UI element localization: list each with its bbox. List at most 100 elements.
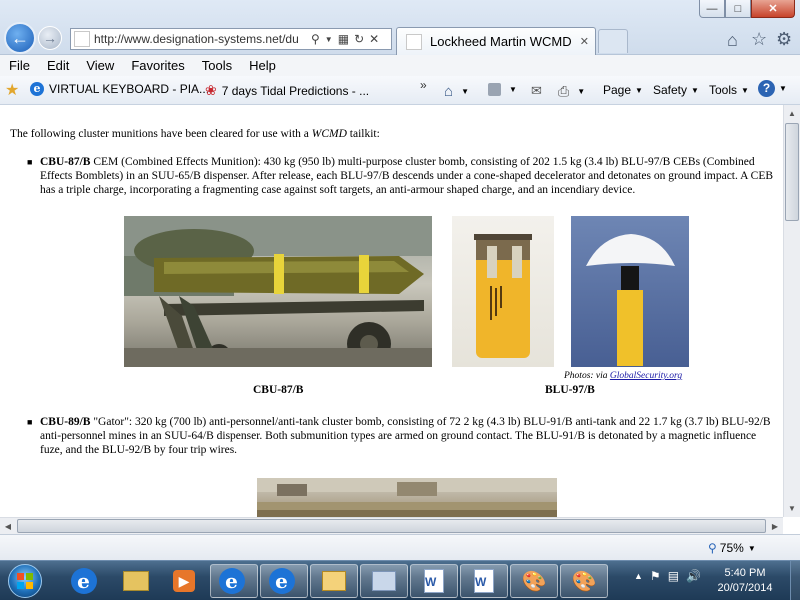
menu-view[interactable]: View	[77, 58, 122, 73]
cbu-87-photo	[124, 216, 432, 367]
tab-active[interactable]: Lockheed Martin WCMD ✕	[396, 27, 596, 55]
taskbar: e ▶ e e W W 🎨 🎨 ▲ ⚑ ▤ 🔊 5:40 PM 20/07/20…	[0, 560, 800, 600]
scroll-right-arrow-icon[interactable]: ▶	[767, 518, 783, 535]
vertical-scrollbar[interactable]: ▲ ▼	[783, 105, 800, 517]
taskbar-ie-window-2-icon[interactable]: e	[260, 564, 308, 598]
taskbar-network-icon[interactable]	[360, 564, 408, 598]
url-field[interactable]: http://www.designation-systems.net/du	[94, 32, 306, 46]
network-icon[interactable]: ▤	[668, 569, 679, 583]
tab-title: Lockheed Martin WCMD	[430, 34, 572, 49]
menu-favorites[interactable]: Favorites	[122, 58, 192, 73]
minimize-button[interactable]: —	[699, 0, 725, 18]
item-title: CBU-87/B	[40, 156, 91, 168]
scroll-left-arrow-icon[interactable]: ◀	[0, 518, 16, 535]
tools-menu-label: Tools	[709, 83, 738, 97]
arrow-right-icon: →	[43, 30, 57, 46]
gear-icon[interactable]: ⚙	[776, 29, 792, 50]
horizontal-scroll-thumb[interactable]	[17, 519, 766, 533]
blu-97-deployed-photo	[571, 216, 689, 367]
add-favorite-star-icon[interactable]: ★	[5, 80, 19, 100]
taskbar-ie-window-icon[interactable]: e	[210, 564, 258, 598]
favorite-link-virtual-keyboard[interactable]: e VIRTUAL KEYBOARD - PIA...	[30, 82, 209, 96]
taskbar-media-player-icon[interactable]: ▶	[160, 564, 208, 598]
feeds-icon[interactable]: ▼	[488, 83, 517, 96]
safety-menu-button[interactable]: Safety ▼	[653, 83, 699, 97]
taskbar-paint-icon[interactable]: 🎨	[510, 564, 558, 598]
close-button[interactable]: ✕	[751, 0, 795, 18]
horizontal-scrollbar[interactable]: ◀ ▶	[0, 517, 783, 534]
new-tab-button[interactable]	[598, 29, 628, 53]
taskbar-ie-icon[interactable]: e	[62, 564, 110, 598]
maple-leaf-icon: ❀	[205, 82, 217, 98]
tools-menu-button[interactable]: Tools ▼	[709, 83, 749, 97]
action-center-flag-icon[interactable]: ⚑	[650, 569, 661, 583]
page-menu-label: Page	[603, 83, 632, 97]
magnifier-icon: ⚲	[708, 541, 717, 555]
menu-file[interactable]: File	[0, 58, 38, 73]
windows-logo-icon	[17, 573, 33, 589]
vertical-scroll-thumb[interactable]	[785, 123, 799, 221]
favorites-bar: ★ e VIRTUAL KEYBOARD - PIA... ❀ 7 days T…	[0, 76, 800, 105]
item-title: CBU-89/B	[40, 416, 91, 428]
site-favicon-icon	[406, 33, 422, 50]
favorite-link-tidal-predictions[interactable]: ❀ 7 days Tidal Predictions - ...	[205, 82, 369, 99]
clock[interactable]: 5:40 PM 20/07/2014	[712, 566, 778, 596]
favorites-star-icon[interactable]: ☆	[751, 29, 767, 50]
print-icon[interactable]: ⎙ ▼	[558, 83, 585, 100]
maximize-icon: □	[734, 2, 742, 15]
site-favicon-icon	[74, 31, 90, 47]
title-bar: — □ ✕ ← → http://www.designation-systems…	[0, 0, 800, 55]
minimize-icon: —	[706, 2, 718, 15]
bullet-icon: ■	[27, 417, 33, 427]
intro-text-end: tailkit:	[346, 128, 380, 140]
taskbar-word-2-icon[interactable]: W	[460, 564, 508, 598]
tray-expand-icon[interactable]: ▲	[634, 571, 643, 581]
show-desktop-button[interactable]	[790, 561, 800, 600]
ie-page-icon: e	[30, 82, 44, 96]
maximize-button[interactable]: □	[725, 0, 751, 18]
taskbar-explorer-icon[interactable]	[112, 564, 160, 598]
photo-credit: Photos: via GlobalSecurity.org	[564, 369, 682, 383]
safety-menu-label: Safety	[653, 83, 688, 97]
taskbar-outlook-icon[interactable]	[310, 564, 358, 598]
read-mail-icon[interactable]: ✉	[531, 83, 542, 99]
clock-date: 20/07/2014	[717, 582, 773, 594]
caption-cbu-87: CBU-87/B	[253, 384, 304, 396]
page-content: The following cluster munitions have bee…	[0, 105, 783, 517]
address-bar[interactable]: http://www.designation-systems.net/du ⚲ …	[70, 28, 392, 50]
scroll-down-arrow-icon[interactable]: ▼	[784, 500, 800, 517]
stop-icon[interactable]: ✕	[369, 32, 379, 46]
taskbar-word-icon[interactable]: W	[410, 564, 458, 598]
intro-text: The following cluster munitions have bee…	[10, 128, 312, 140]
home-command-icon[interactable]: ⌂ ▼	[444, 83, 469, 100]
system-tray: ▲ ⚑ ▤ 🔊	[634, 569, 701, 583]
intro-paragraph: The following cluster munitions have bee…	[10, 127, 380, 141]
globalsecurity-link[interactable]: GlobalSecurity.org	[610, 371, 682, 381]
zoom-level: 75%	[719, 541, 744, 555]
page-menu-button[interactable]: Page ▼	[603, 83, 643, 97]
search-icon[interactable]: ⚲	[311, 32, 320, 46]
arrow-left-icon: ←	[11, 27, 29, 48]
favorites-overflow-chevron[interactable]: »	[420, 78, 427, 92]
status-bar: ⚲ 75% ▼	[0, 534, 800, 560]
menu-tools[interactable]: Tools	[193, 58, 240, 73]
favorite-label: VIRTUAL KEYBOARD - PIA...	[49, 82, 210, 96]
help-icon[interactable]: ? ▼	[758, 80, 787, 97]
refresh-icon[interactable]: ↻	[354, 32, 364, 46]
taskbar-paint-2-icon[interactable]: 🎨	[560, 564, 608, 598]
home-icon[interactable]: ⌂	[727, 30, 738, 51]
item-description: "Gator": 320 kg (700 lb) anti-personnel/…	[40, 416, 771, 456]
compatibility-view-icon[interactable]: ▦	[338, 32, 349, 46]
menu-help[interactable]: Help	[240, 58, 284, 73]
tab-close-icon[interactable]: ✕	[580, 35, 589, 48]
dropdown-arrow-icon[interactable]: ▼	[325, 35, 333, 44]
intro-emphasis: WCMD	[311, 128, 347, 140]
back-button[interactable]: ←	[4, 22, 36, 54]
start-button[interactable]	[8, 564, 42, 598]
volume-icon[interactable]: 🔊	[686, 569, 701, 583]
menu-edit[interactable]: Edit	[38, 58, 77, 73]
zoom-control[interactable]: ⚲ 75% ▼	[708, 541, 756, 555]
scroll-up-arrow-icon[interactable]: ▲	[784, 105, 800, 122]
forward-button[interactable]: →	[38, 26, 62, 50]
cbu-89-photo	[257, 478, 557, 517]
